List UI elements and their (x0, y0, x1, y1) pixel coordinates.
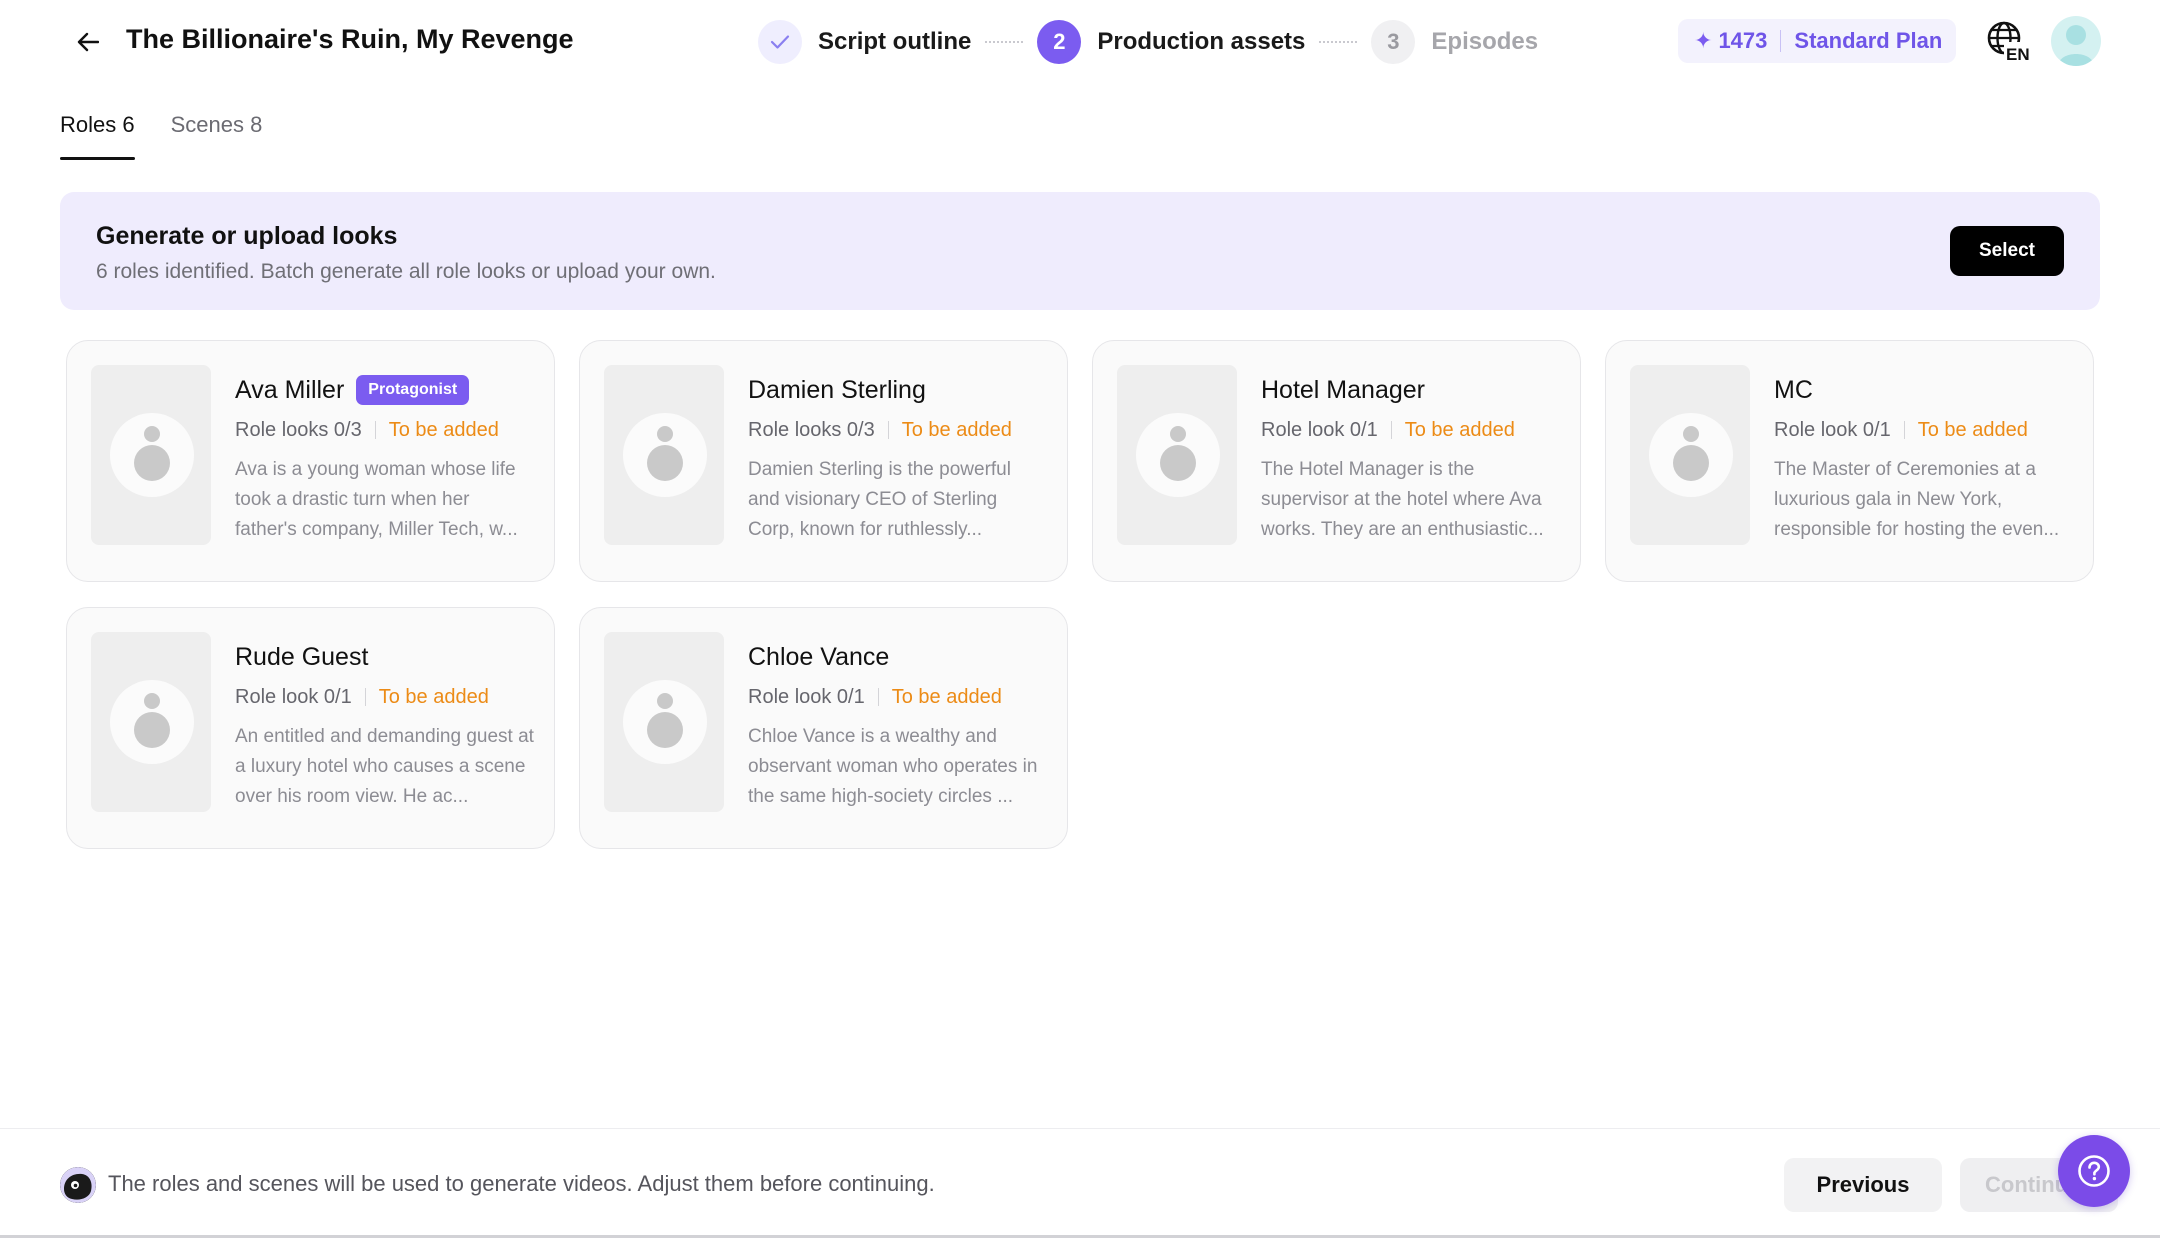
role-description: An entitled and demanding guest at a lux… (235, 726, 534, 807)
step-1-label: Script outline (818, 28, 972, 55)
credits-plan-pill[interactable]: ✦ 1473 Standard Plan (1678, 19, 1956, 63)
roles-grid: Ava Miller Protagonist Role looks 0/3 To… (66, 340, 2094, 849)
role-card[interactable]: Ava Miller Protagonist Role looks 0/3 To… (66, 340, 555, 582)
role-status: To be added (378, 685, 489, 708)
role-look-placeholder (91, 365, 211, 545)
divider (877, 688, 879, 706)
back-button[interactable] (70, 22, 106, 62)
role-look-placeholder (604, 365, 724, 545)
role-look-count: Role looks 0/3 (748, 418, 875, 441)
divider (374, 421, 376, 439)
generate-looks-banner: Generate or upload looks 6 roles identif… (60, 192, 2100, 310)
divider (1903, 421, 1905, 439)
role-look-count: Role look 0/1 (748, 685, 865, 708)
progress-stepper: Script outline 2 Production assets 3 Epi… (758, 18, 1538, 66)
role-status: To be added (1404, 418, 1515, 441)
divider (1390, 421, 1392, 439)
role-name: Damien Sterling (748, 375, 926, 404)
page-title: The Billionaire's Ruin, My Revenge (126, 24, 574, 54)
bottom-action-bar: The roles and scenes will be used to gen… (0, 1128, 2160, 1238)
step-connector (985, 41, 1024, 43)
plan-name: Standard Plan (1794, 28, 1943, 53)
step-3-indicator: 3 (1371, 20, 1416, 64)
role-description: Chloe Vance is a wealthy and observant w… (748, 726, 1038, 807)
role-card[interactable]: Chloe Vance Role look 0/1 To be added Ch… (579, 607, 1068, 849)
step-connector (1319, 41, 1358, 43)
assistant-logo-icon (60, 1167, 96, 1203)
role-name: Ava Miller (235, 375, 345, 404)
role-look-count: Role looks 0/3 (235, 418, 362, 441)
role-look-placeholder (604, 632, 724, 812)
role-description: The Hotel Manager is the supervisor at t… (1261, 459, 1544, 540)
person-placeholder-icon (1649, 413, 1733, 497)
banner-title: Generate or upload looks (96, 222, 398, 250)
role-card[interactable]: Hotel Manager Role look 0/1 To be added … (1092, 340, 1581, 582)
role-look-placeholder (91, 632, 211, 812)
person-placeholder-icon (623, 413, 707, 497)
role-look-placeholder (1117, 365, 1237, 545)
step-2-indicator: 2 (1037, 20, 1082, 64)
role-card[interactable]: Damien Sterling Role looks 0/3 To be add… (579, 340, 1068, 582)
previous-button[interactable]: Previous (1784, 1158, 1942, 1212)
person-placeholder-icon (623, 680, 707, 764)
check-icon (770, 35, 790, 49)
tab-scenes[interactable]: Scenes 8 (171, 108, 263, 160)
role-status: To be added (901, 418, 1012, 441)
select-button[interactable]: Select (1950, 226, 2064, 276)
globe-icon: EN (1987, 21, 2034, 64)
asset-tabs: Roles 6 Scenes 8 (60, 108, 262, 160)
footer-hint: The roles and scenes will be used to gen… (108, 1171, 935, 1196)
language-button[interactable]: EN (1986, 20, 2034, 64)
person-placeholder-icon (110, 413, 194, 497)
role-status: To be added (388, 418, 499, 441)
role-status: To be added (891, 685, 1002, 708)
role-look-placeholder (1630, 365, 1750, 545)
role-look-count: Role look 0/1 (1261, 418, 1378, 441)
question-mark-icon (2078, 1155, 2110, 1187)
top-header: The Billionaire's Ruin, My Revenge Scrip… (0, 0, 2160, 84)
protagonist-badge: Protagonist (356, 375, 470, 405)
sparkle-icon: ✦ (1694, 28, 1713, 53)
role-description: The Master of Ceremonies at a luxurious … (1774, 459, 2060, 540)
user-avatar[interactable] (2051, 16, 2101, 66)
step-3-label: Episodes (1431, 28, 1539, 55)
divider (364, 688, 366, 706)
arrow-left-icon (77, 32, 99, 52)
person-placeholder-icon (110, 680, 194, 764)
role-look-count: Role look 0/1 (235, 685, 352, 708)
role-name: Chloe Vance (748, 642, 890, 671)
credits-count: 1473 (1718, 28, 1768, 53)
role-look-count: Role look 0/1 (1774, 418, 1891, 441)
divider (1780, 30, 1782, 52)
person-placeholder-icon (1136, 413, 1220, 497)
role-name: Rude Guest (235, 642, 369, 671)
role-card[interactable]: Rude Guest Role look 0/1 To be added An … (66, 607, 555, 849)
role-description: Ava is a young woman whose life took a d… (235, 459, 518, 540)
role-status: To be added (1917, 418, 2028, 441)
tab-roles[interactable]: Roles 6 (60, 108, 135, 160)
language-code: EN (2006, 45, 2030, 64)
user-avatar-icon (2058, 25, 2094, 66)
banner-subtitle: 6 roles identified. Batch generate all r… (96, 260, 716, 283)
role-name: Hotel Manager (1261, 375, 1425, 404)
help-button[interactable] (2058, 1135, 2130, 1207)
role-card[interactable]: MC Role look 0/1 To be added The Master … (1605, 340, 2094, 582)
step-2-label: Production assets (1097, 28, 1306, 55)
step-1-indicator (758, 20, 802, 64)
role-description: Damien Sterling is the powerful and visi… (748, 459, 1011, 540)
divider (887, 421, 889, 439)
role-name: MC (1774, 375, 1813, 404)
